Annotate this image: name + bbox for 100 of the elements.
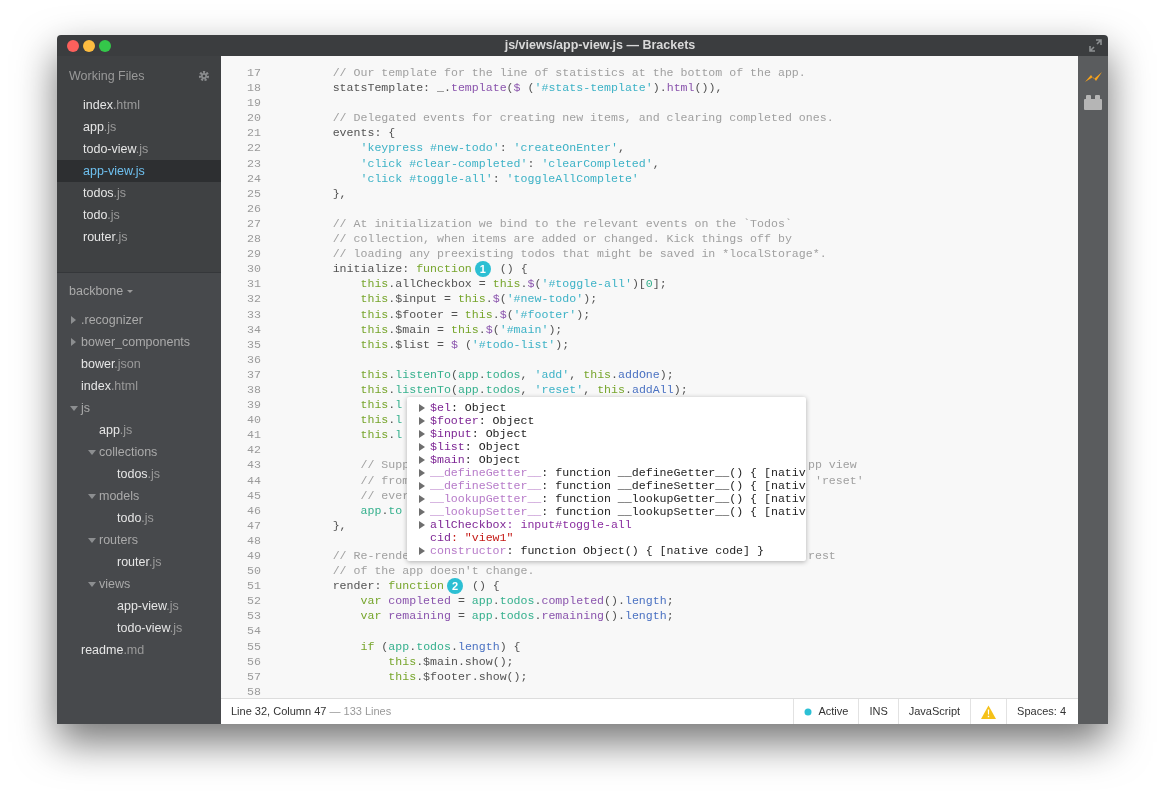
expanded-arrow-icon[interactable] — [88, 492, 96, 500]
expand-arrow-icon[interactable] — [419, 442, 425, 451]
file-item[interactable]: todos.js — [117, 464, 161, 484]
line-number: 49 — [246, 548, 261, 564]
folder-item[interactable]: models — [99, 486, 140, 506]
folder-item[interactable]: routers — [99, 530, 138, 550]
line-number: 38 — [246, 381, 261, 398]
line-number: 51 — [246, 578, 261, 594]
file-item[interactable]: todo-view.js — [117, 618, 183, 638]
code-text: events: { — [331, 125, 396, 141]
language-selector[interactable]: JavaScript — [897, 699, 971, 724]
line-number: 25 — [246, 185, 261, 201]
property-text: __lookupGetter__: function __lookupGetter__() { [nativ — [430, 492, 806, 505]
expand-arrow-icon[interactable] — [419, 507, 425, 516]
file-item[interactable]: todo.js — [117, 508, 154, 528]
property-text: cid: "view1" — [430, 531, 514, 544]
code-text: 'reset' — [813, 473, 864, 487]
line-number: 54 — [246, 623, 261, 639]
property-text: $footer: Object — [430, 414, 535, 427]
fullscreen-icon[interactable] — [1089, 39, 1102, 52]
line-number: 33 — [246, 306, 261, 322]
expand-arrow-icon[interactable] — [419, 416, 425, 425]
code-text: this.$list = $ ('#todo-list'); — [359, 336, 570, 352]
line-number: 52 — [246, 593, 261, 609]
code-text: this.l — [359, 397, 403, 413]
line-number: 42 — [246, 442, 261, 458]
collapsed-arrow-icon[interactable] — [70, 338, 78, 346]
caret-icon[interactable] — [127, 289, 134, 293]
lightning-icon[interactable] — [1083, 70, 1103, 83]
file-item[interactable]: bower.json — [81, 354, 141, 374]
file-item[interactable]: router.js — [117, 552, 162, 572]
expanded-arrow-icon[interactable] — [88, 536, 96, 544]
code-text: () { — [499, 261, 528, 277]
property-text: $main: Object — [430, 453, 521, 466]
file-item[interactable]: app.js — [83, 120, 117, 134]
line-number: 24 — [246, 170, 261, 186]
line-number: 27 — [246, 215, 261, 232]
expand-arrow-icon[interactable] — [419, 481, 425, 490]
settings-icon[interactable] — [198, 70, 210, 82]
line-number: 29 — [246, 246, 261, 262]
line-number: 18 — [246, 80, 261, 96]
property-text: __lookupSetter__: function __lookupSetter__() { [nativ — [430, 505, 806, 518]
code-text: // Re-rende — [331, 548, 410, 564]
folder-item[interactable]: views — [99, 574, 131, 594]
expand-arrow-icon[interactable] — [419, 520, 425, 529]
code-text: this.listenTo(app.todos, 'add', this.addOne); — [359, 366, 674, 382]
line-number: 46 — [246, 502, 261, 518]
file-item[interactable]: todos.js — [83, 186, 127, 200]
expand-arrow-icon[interactable] — [419, 455, 425, 464]
zoom-button[interactable] — [99, 39, 111, 52]
line-number: 53 — [246, 608, 261, 624]
code-text: // Our template for the line of statistics at the bottom of the app. — [331, 65, 806, 81]
expand-arrow-icon[interactable] — [419, 546, 425, 555]
line-number: 58 — [246, 683, 261, 698]
expanded-arrow-icon[interactable] — [70, 404, 78, 412]
close-button[interactable] — [67, 39, 79, 52]
insert-mode-toggle[interactable]: INS — [858, 699, 898, 724]
folder-item[interactable]: js — [81, 398, 91, 418]
code-text: render: function — [331, 578, 444, 594]
collapsed-arrow-icon[interactable] — [70, 316, 78, 324]
expand-arrow-icon[interactable] — [419, 429, 425, 438]
line-number: 20 — [246, 110, 261, 126]
expanded-arrow-icon[interactable] — [88, 448, 96, 456]
line-number: 36 — [246, 351, 261, 367]
cursor-position: Line 32, Column 47 — 133 Lines — [230, 704, 393, 720]
project-dropdown[interactable]: backbone — [69, 281, 124, 301]
property-text: constructor: function Object() { [native code] } — [430, 544, 764, 557]
expand-arrow-icon[interactable] — [419, 468, 425, 477]
property-text: __defineSetter__: function __defineSetter__() { [nativ — [430, 479, 806, 492]
code-text: // At initialization we bind to the relevant events on the `Todos` — [331, 215, 792, 232]
brick-icon[interactable] — [1084, 95, 1102, 110]
line-number: 21 — [246, 125, 261, 141]
file-item[interactable]: index.html — [81, 376, 138, 396]
file-item[interactable]: todo.js — [83, 208, 120, 222]
expanded-arrow-icon[interactable] — [88, 580, 96, 588]
expand-arrow-icon[interactable] — [419, 494, 425, 503]
code-text: this.listenTo(app.todos, 'reset', this.addAll); — [359, 381, 688, 398]
minimize-button[interactable] — [83, 39, 95, 52]
line-number: 30 — [246, 261, 261, 277]
code-text: }, — [331, 185, 347, 201]
status-text: Active — [818, 704, 849, 720]
file-item[interactable]: app-view.js — [117, 596, 179, 616]
folder-item[interactable]: .recognizer — [81, 310, 143, 330]
code-text: this.$main = this.$('#main'); — [359, 321, 563, 337]
folder-item[interactable]: bower_components — [81, 332, 191, 352]
property-text: allCheckbox: input#toggle-all — [430, 518, 632, 531]
line-number: 37 — [246, 366, 261, 382]
line-number: 26 — [246, 200, 261, 216]
file-item[interactable]: index.html — [83, 98, 140, 112]
code-text: this.$footer = this.$('#footer'); — [359, 306, 591, 322]
code-text: // of the app doesn't change. — [331, 563, 535, 579]
line-number: 23 — [246, 155, 261, 171]
file-item[interactable]: todo-view.js — [83, 142, 149, 156]
code-text: var completed = app.todos.completed().length; — [359, 593, 674, 609]
expand-arrow-icon[interactable] — [419, 403, 425, 412]
folder-item[interactable]: collections — [99, 442, 158, 462]
file-item[interactable]: readme.md — [81, 640, 145, 660]
file-item[interactable]: router.js — [83, 230, 128, 244]
file-item[interactable]: app.js — [99, 420, 133, 440]
code-text: 'click #clear-completed': 'clearCompleted', — [359, 155, 660, 171]
